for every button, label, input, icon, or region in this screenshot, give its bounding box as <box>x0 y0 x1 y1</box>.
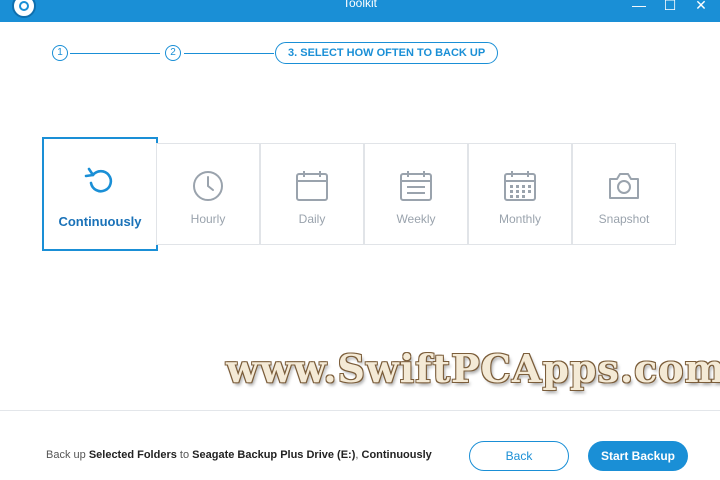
calendar-day-icon <box>296 171 328 201</box>
step-3-indicator: 3. SELECT HOW OFTEN TO BACK UP <box>275 42 499 64</box>
clock-icon <box>193 171 223 201</box>
option-monthly[interactable]: Monthly <box>468 143 572 245</box>
summary-target: Seagate Backup Plus Drive (E:) <box>192 449 356 461</box>
summary-source: Selected Folders <box>88 449 177 461</box>
backup-summary: Back up Selected Folders to Seagate Back… <box>46 449 432 461</box>
maximize-button[interactable]: ☐ <box>657 0 683 16</box>
option-label: Weekly <box>396 212 436 226</box>
option-label: Snapshot <box>598 212 650 226</box>
option-label: Hourly <box>190 212 226 226</box>
option-snapshot[interactable]: Snapshot <box>572 143 676 245</box>
start-backup-button[interactable]: Start Backup <box>588 441 688 471</box>
calendar-month-icon <box>504 171 536 201</box>
window-title: Toolkit <box>342 0 377 10</box>
option-daily[interactable]: Daily <box>260 143 364 245</box>
camera-icon <box>609 173 639 199</box>
option-label: Daily <box>298 212 326 226</box>
option-continuously[interactable]: Continuously <box>42 137 158 251</box>
refresh-icon <box>84 167 113 193</box>
option-label: Continuously <box>58 214 142 229</box>
step-connector <box>184 53 274 54</box>
title-bar: Toolkit — ☐ ✕ <box>0 0 720 22</box>
watermark-text: www.SwiftPCApps.com <box>226 346 720 391</box>
minimize-button[interactable]: — <box>626 0 652 16</box>
back-button[interactable]: Back <box>469 441 569 471</box>
summary-frequency: Continuously <box>361 449 432 461</box>
step-1-indicator[interactable]: 1 <box>52 45 68 61</box>
option-weekly[interactable]: Weekly <box>364 143 468 245</box>
step-connector <box>70 53 160 54</box>
summary-middle: to <box>176 449 193 461</box>
footer-divider <box>0 410 720 411</box>
close-button[interactable]: ✕ <box>688 0 714 16</box>
calendar-week-icon <box>400 171 432 201</box>
summary-prefix: Back up <box>46 449 89 461</box>
step-2-indicator[interactable]: 2 <box>165 45 181 61</box>
option-label: Monthly <box>498 212 542 226</box>
frequency-options: Continuously Hourly Daily Weekly Monthly… <box>40 137 680 251</box>
option-hourly[interactable]: Hourly <box>156 143 260 245</box>
